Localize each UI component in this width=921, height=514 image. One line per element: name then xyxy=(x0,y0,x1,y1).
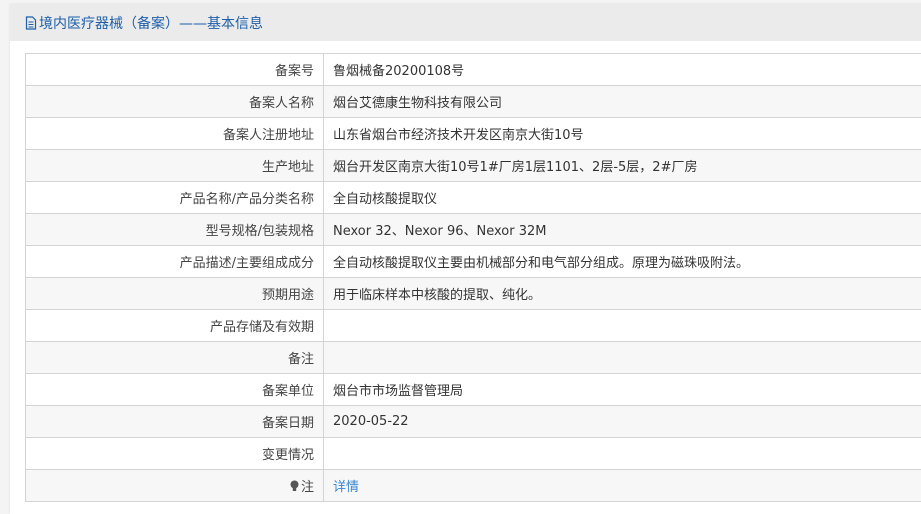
page-title: 境内医疗器械（备案）——基本信息 xyxy=(39,13,263,33)
field-value: 烟台艾德康生物科技有限公司 xyxy=(324,86,921,118)
details-link[interactable]: 详情 xyxy=(333,480,359,495)
field-label: 备案日期 xyxy=(26,406,324,438)
table-row: 产品存储及有效期 xyxy=(26,310,921,342)
field-value: 烟台市市场监督管理局 xyxy=(324,374,921,406)
info-table: 备案号鲁烟械备20200108号备案人名称烟台艾德康生物科技有限公司备案人注册地… xyxy=(25,53,921,502)
field-value: Nexor 32、Nexor 96、Nexor 32M xyxy=(324,214,921,246)
table-row: 备注 xyxy=(26,342,921,374)
field-label: 产品存储及有效期 xyxy=(26,310,324,342)
field-label: 产品名称/产品分类名称 xyxy=(26,182,324,214)
field-label: 型号规格/包装规格 xyxy=(26,214,324,246)
info-panel: 境内医疗器械（备案）——基本信息 备案号鲁烟械备20200108号备案人名称烟台… xyxy=(10,4,921,514)
table-row: 备案日期2020-05-22 xyxy=(26,406,921,438)
field-value: 山东省烟台市经济技术开发区南京大街10号 xyxy=(324,118,921,150)
field-value: 全自动核酸提取仪 xyxy=(324,182,921,214)
table-row: 备案人名称烟台艾德康生物科技有限公司 xyxy=(26,86,921,118)
field-value xyxy=(324,342,921,374)
table-row: 变更情况 xyxy=(26,438,921,470)
table-row: 备案单位烟台市市场监督管理局 xyxy=(26,374,921,406)
field-label: 备案人注册地址 xyxy=(26,118,324,150)
table-row: 备案人注册地址山东省烟台市经济技术开发区南京大街10号 xyxy=(26,118,921,150)
field-label: 生产地址 xyxy=(26,150,324,182)
document-icon xyxy=(25,16,37,30)
field-value: 烟台开发区南京大街10号1#厂房1层1101、2层-5层，2#厂房 xyxy=(324,150,921,182)
field-label: 备案号 xyxy=(26,54,324,86)
table-row: 备案号鲁烟械备20200108号 xyxy=(26,54,921,86)
table-row: 预期用途用于临床样本中核酸的提取、纯化。 xyxy=(26,278,921,310)
field-value: 全自动核酸提取仪主要由机械部分和电气部分组成。原理为磁珠吸附法。 xyxy=(324,246,921,278)
field-value xyxy=(324,438,921,470)
table-row: 产品名称/产品分类名称全自动核酸提取仪 xyxy=(26,182,921,214)
field-value xyxy=(324,310,921,342)
field-label: 产品描述/主要组成成分 xyxy=(26,246,324,278)
table-row: 生产地址烟台开发区南京大街10号1#厂房1层1101、2层-5层，2#厂房 xyxy=(26,150,921,182)
field-value: 鲁烟械备20200108号 xyxy=(324,54,921,86)
field-label: 备注 xyxy=(26,342,324,374)
panel-header: 境内医疗器械（备案）——基本信息 xyxy=(10,4,921,41)
note-label: 注 xyxy=(301,480,314,495)
table-row: 产品描述/主要组成成分全自动核酸提取仪主要由机械部分和电气部分组成。原理为磁珠吸… xyxy=(26,246,921,278)
field-label: 备案人名称 xyxy=(26,86,324,118)
field-value: 用于临床样本中核酸的提取、纯化。 xyxy=(324,278,921,310)
field-label: 预期用途 xyxy=(26,278,324,310)
table-row: 型号规格/包装规格Nexor 32、Nexor 96、Nexor 32M xyxy=(26,214,921,246)
field-value: 2020-05-22 xyxy=(324,406,921,438)
field-label: 变更情况 xyxy=(26,438,324,470)
field-label: 备案单位 xyxy=(26,374,324,406)
lightbulb-icon xyxy=(290,480,299,492)
field-label: 注 xyxy=(26,470,324,502)
note-row: 注 详情 xyxy=(26,470,921,502)
